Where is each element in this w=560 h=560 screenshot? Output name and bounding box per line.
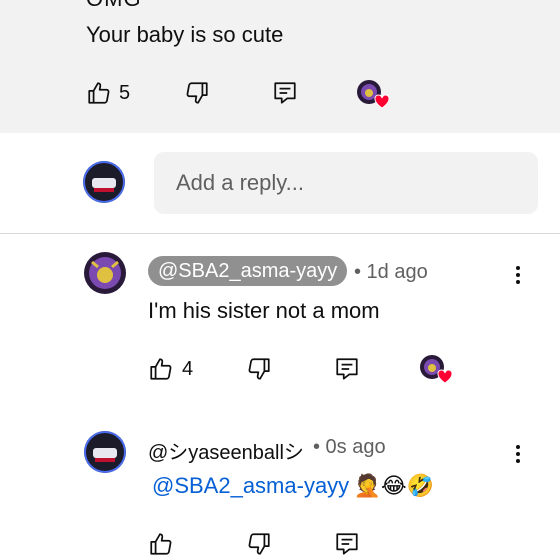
reply2-reply-icon[interactable] (334, 531, 360, 557)
reply1-avatar[interactable] (84, 252, 126, 294)
reply1-reply-icon[interactable] (334, 356, 360, 382)
reply2-like-icon[interactable] (148, 531, 174, 557)
reply2-avatar[interactable] (84, 431, 126, 473)
top-like-count: 5 (119, 82, 131, 104)
reply1-like-icon[interactable] (148, 356, 174, 382)
reply1-text: I'm his sister not a mom (148, 298, 380, 323)
dislike-icon[interactable] (184, 80, 210, 106)
creator-heart-icon (356, 79, 390, 109)
reply-input-box[interactable] (154, 152, 560, 214)
top-comment-text: Your baby is so cute (86, 22, 284, 47)
reply2-more-options[interactable] (506, 442, 530, 466)
reply2-mention-link[interactable]: @SBA2_asma-yayy (152, 473, 349, 498)
reply2-time: • 0s ago (313, 436, 386, 458)
user-avatar (83, 161, 125, 203)
reply2-text: @SBA2_asma-yayy 🤦😂🤣 (152, 473, 434, 499)
reply1-more-options[interactable] (506, 263, 530, 287)
reply-icon[interactable] (272, 80, 298, 106)
reply2-emojis: 🤦😂🤣 (353, 473, 435, 498)
like-icon[interactable] (86, 80, 112, 106)
divider (0, 233, 560, 234)
reply1-like-count: 4 (182, 358, 194, 380)
reply1-creator-heart-icon (419, 354, 453, 391)
cut-off-comment-line: OMG (86, 0, 142, 12)
reply1-time: • 1d ago (354, 261, 428, 283)
reply2-handle[interactable]: @シyaseenballシ (148, 436, 304, 465)
reply1-handle-badge[interactable]: @SBA2_asma-yayy (148, 256, 348, 286)
reply2-dislike-icon[interactable] (246, 531, 272, 557)
reply1-dislike-icon[interactable] (246, 356, 272, 382)
reply-input[interactable] (154, 152, 560, 214)
top-comment-block (0, 0, 560, 133)
